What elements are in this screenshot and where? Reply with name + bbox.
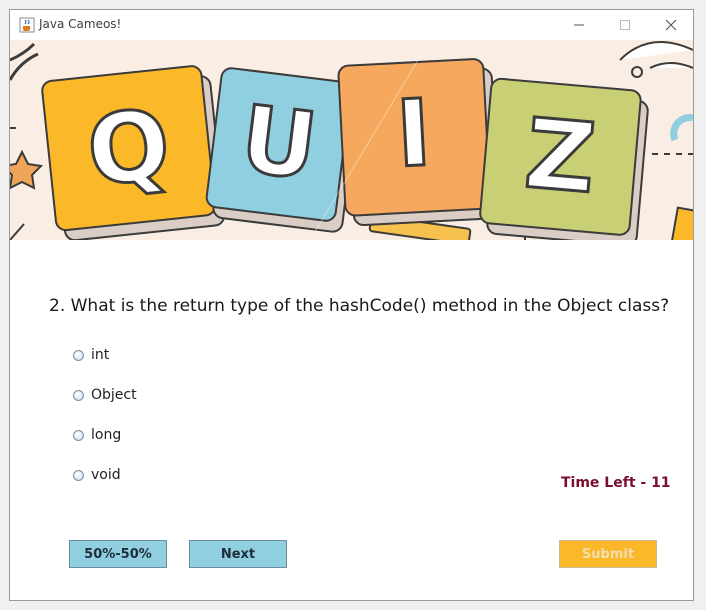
- java-cup-icon: [19, 17, 35, 33]
- question-text: 2. What is the return type of the hashCo…: [49, 296, 670, 316]
- title-bar: Java Cameos!: [10, 10, 693, 40]
- quiz-banner: Q U I Z: [10, 40, 693, 240]
- radio-button[interactable]: [73, 469, 84, 481]
- option-void[interactable]: void: [73, 467, 121, 483]
- minimize-button[interactable]: [556, 10, 602, 40]
- option-int[interactable]: int: [73, 347, 109, 363]
- close-button[interactable]: [648, 10, 694, 40]
- maximize-button[interactable]: [602, 10, 648, 40]
- fifty-fifty-button[interactable]: 50%-50%: [69, 540, 167, 568]
- banner-letter-z: Z: [521, 98, 600, 216]
- submit-button[interactable]: Submit: [559, 540, 657, 568]
- option-label: int: [91, 347, 110, 363]
- radio-button[interactable]: [73, 389, 84, 401]
- radio-button[interactable]: [73, 349, 84, 361]
- quiz-banner-illustration: Q U I Z: [10, 40, 693, 240]
- next-button[interactable]: Next: [189, 540, 287, 568]
- banner-letter-u: U: [235, 85, 322, 200]
- banner-letter-i: I: [394, 80, 434, 189]
- window-title: Java Cameos!: [39, 17, 122, 31]
- option-object[interactable]: Object: [73, 387, 137, 403]
- time-left-label: Time Left - 11: [561, 475, 671, 491]
- option-label: long: [91, 427, 122, 443]
- option-long[interactable]: long: [73, 427, 121, 443]
- option-label: Object: [91, 387, 137, 403]
- option-label: void: [91, 467, 121, 483]
- banner-letter-q: Q: [82, 88, 175, 208]
- radio-button[interactable]: [73, 429, 84, 441]
- app-window: Java Cameos! Q U I Z 2. What is the retu…: [9, 9, 694, 601]
